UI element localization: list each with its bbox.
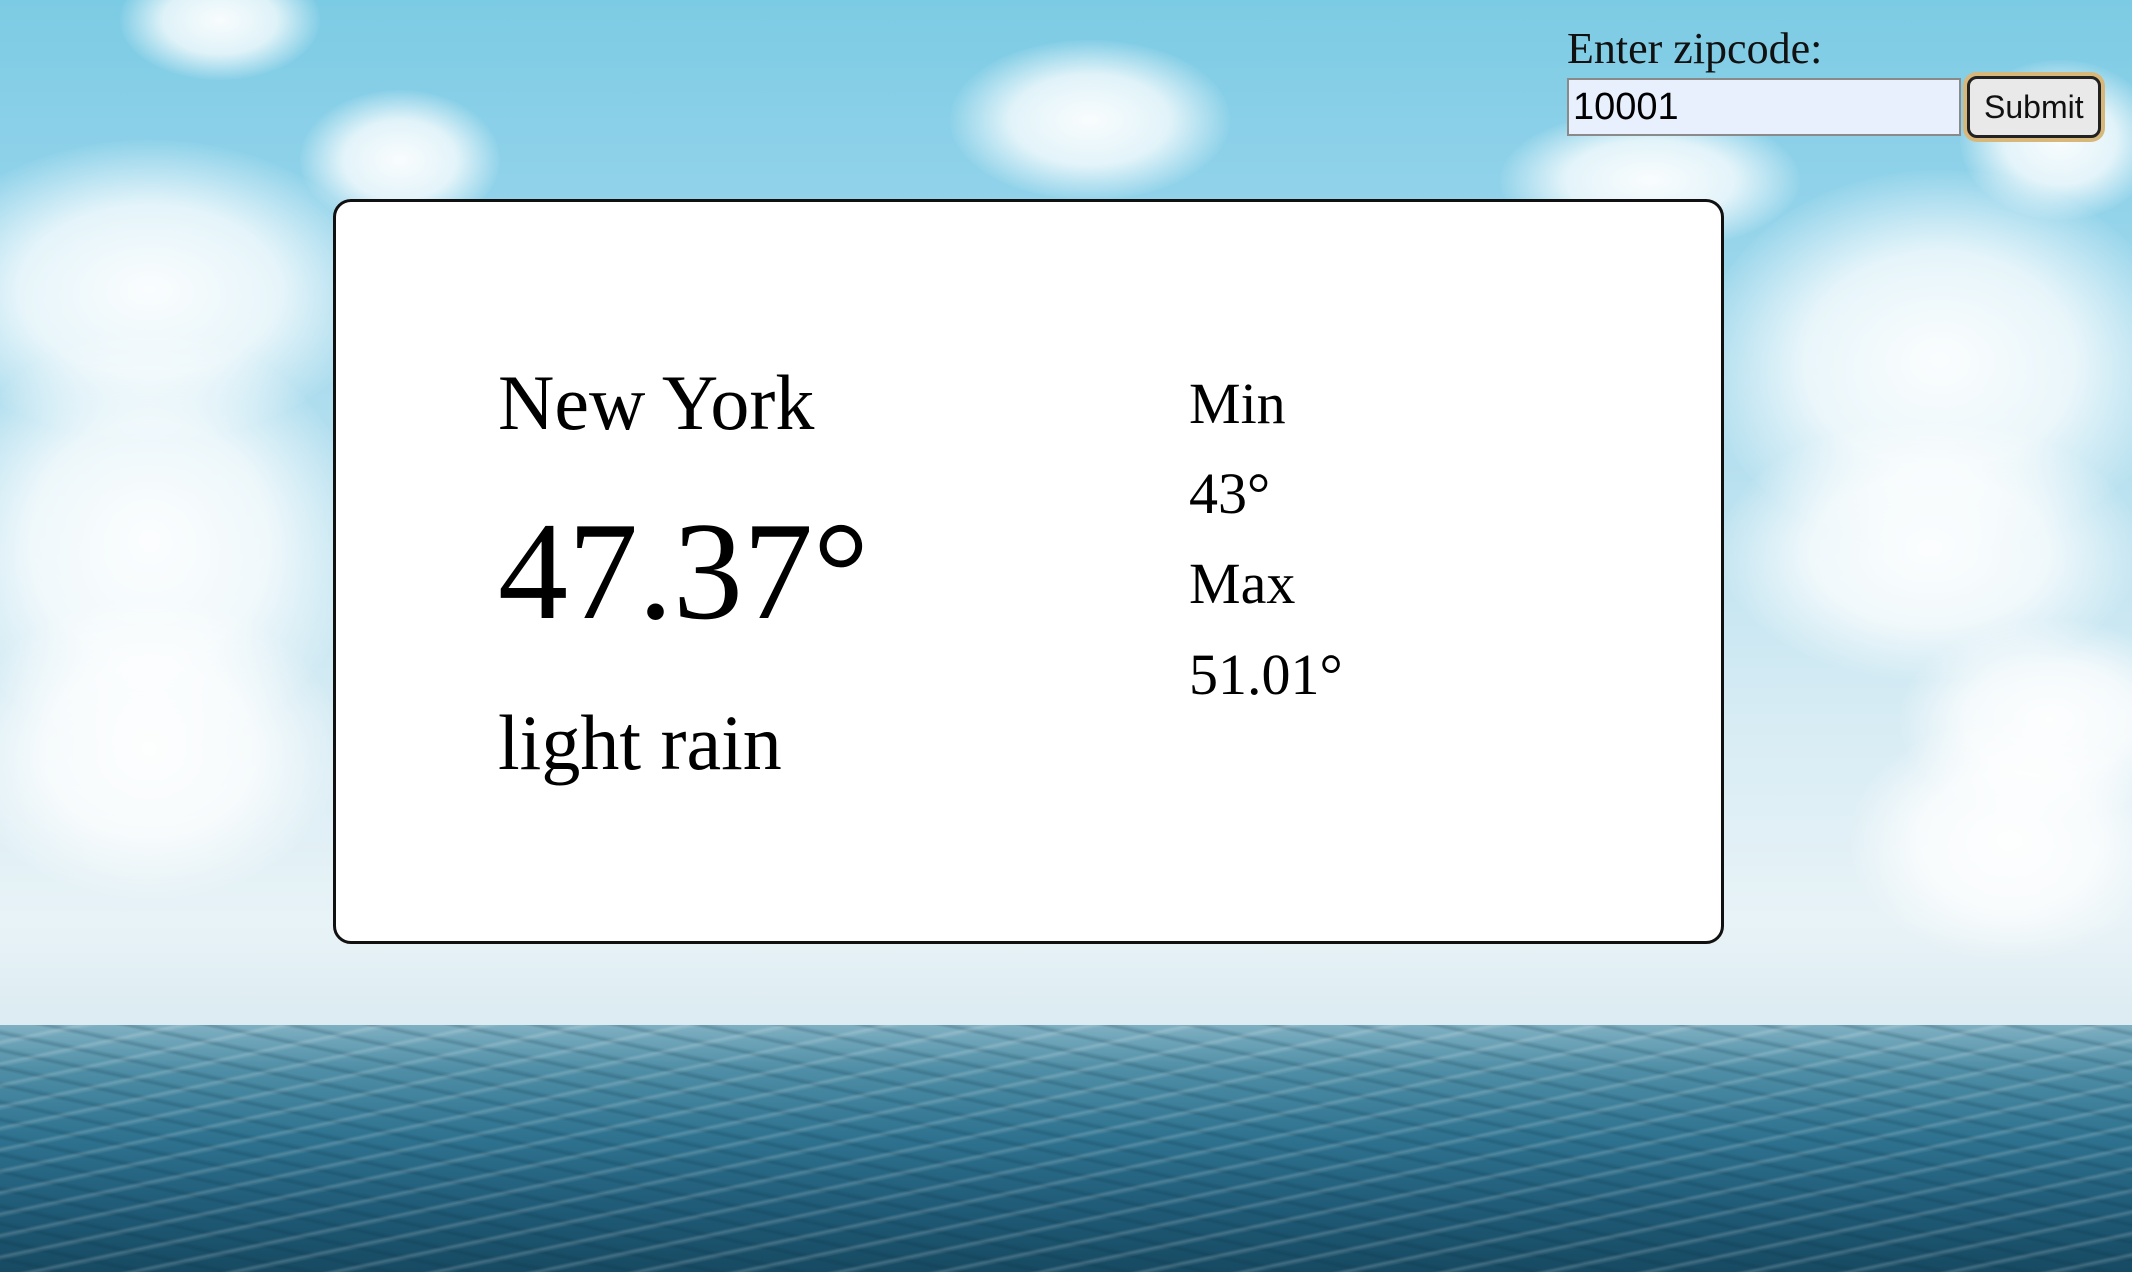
weather-card: New York 47.37° light rain Min 43° Max 5… — [333, 199, 1724, 944]
sea-background — [0, 1025, 2132, 1272]
zipcode-label: Enter zipcode: — [1567, 24, 1823, 73]
min-label: Min — [1189, 371, 1286, 436]
city-name: New York — [498, 359, 815, 446]
max-temperature: 51.01° — [1189, 642, 1343, 707]
zipcode-form: Enter zipcode: Submit — [1567, 24, 2127, 138]
current-temperature: 47.37° — [498, 494, 869, 649]
page: Enter zipcode: Submit New York 47.37° li… — [0, 0, 2132, 1272]
min-temperature: 43° — [1189, 461, 1271, 526]
weather-description: light rain — [498, 699, 782, 786]
zipcode-row: Submit — [1567, 76, 2127, 138]
zipcode-input[interactable] — [1567, 78, 1961, 136]
max-label: Max — [1189, 551, 1296, 616]
submit-button[interactable]: Submit — [1967, 76, 2101, 138]
